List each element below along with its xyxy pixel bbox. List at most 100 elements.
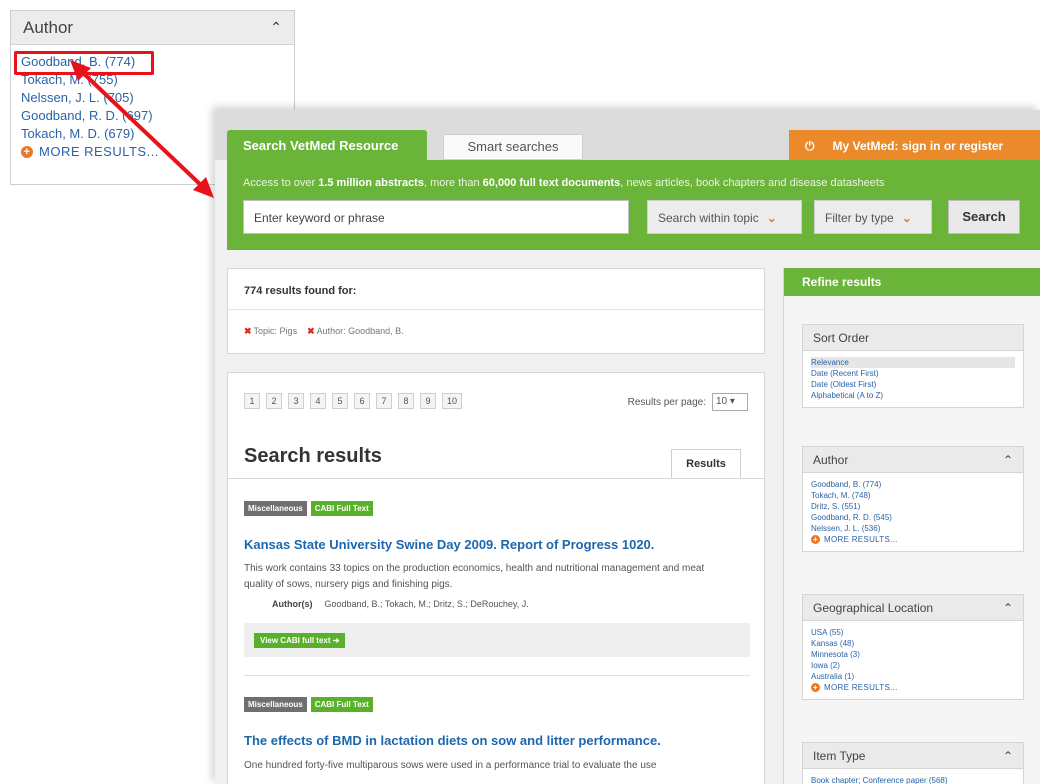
results-count: 774 results found for:: [244, 285, 357, 297]
type-filter-label: Filter by type: [825, 211, 894, 225]
item-type-box: Item Type ⌃ Book chapter; Conference pap…: [802, 742, 1024, 784]
collapse-caret-icon[interactable]: ⌃: [1003, 749, 1013, 763]
result-actions: View CABI full text ➔: [244, 623, 750, 657]
sort-option[interactable]: Relevance: [811, 357, 1015, 368]
page-link[interactable]: 2: [266, 393, 282, 409]
sort-order-title: Sort Order: [813, 330, 870, 345]
geo-location-box: Geographical Location ⌃ USA (55) Kansas …: [802, 594, 1024, 700]
tab-search-vetmed[interactable]: Search VetMed Resource: [227, 130, 427, 162]
result-description: This work contains 33 topics on the prod…: [244, 563, 705, 590]
plus-circle-icon: +: [21, 146, 33, 158]
author-link[interactable]: Goodband, R. D. (545): [811, 512, 1015, 523]
page-link[interactable]: 3: [288, 393, 304, 409]
results-per-page-select[interactable]: 10 ▾: [712, 393, 748, 411]
geo-location-header[interactable]: Geographical Location ⌃: [803, 595, 1023, 621]
results-panel: 1 2 3 4 5 6 7 8 9 10 Results per page: 1…: [227, 372, 765, 784]
highlight-box: [14, 51, 154, 75]
sort-order-header: Sort Order: [803, 325, 1023, 351]
type-filter-select[interactable]: Filter by type ⌄: [814, 200, 932, 234]
refine-results-header: Refine results: [784, 268, 1040, 296]
authors-value: Goodband, B.; Tokach, M.; Dritz, S.; DeR…: [324, 599, 529, 609]
more-results-label: MORE RESULTS...: [824, 535, 898, 544]
result-title-link[interactable]: The effects of BMD in lactation diets on…: [244, 733, 661, 748]
page-link[interactable]: 8: [398, 393, 414, 409]
chevron-down-icon: ⌄: [901, 211, 912, 225]
filter-topic[interactable]: ✖ Topic: Pigs: [244, 326, 297, 337]
location-link[interactable]: Iowa (2): [811, 660, 1015, 671]
page-link[interactable]: 5: [332, 393, 348, 409]
refine-sidebar: Refine results Sort Order Relevance Date…: [783, 268, 1040, 784]
collapse-caret-icon[interactable]: ⌃: [270, 19, 282, 36]
collapse-caret-icon[interactable]: ⌃: [1003, 601, 1013, 615]
active-filters: ✖ Topic: Pigs ✖ Author: Goodband, B.: [244, 326, 404, 337]
author-facet-box: Author ⌃ Goodband, B. (774) Tokach, M. (…: [802, 446, 1024, 552]
search-button[interactable]: Search: [948, 200, 1020, 234]
location-link[interactable]: USA (55): [811, 627, 1015, 638]
page-link[interactable]: 9: [420, 393, 436, 409]
geo-location-title: Geographical Location: [813, 600, 934, 615]
view-full-text-button[interactable]: View CABI full text ➔: [254, 633, 346, 648]
sort-option[interactable]: Date (Oldest First): [811, 379, 1015, 390]
author-facet-header[interactable]: Author ⌃: [803, 447, 1023, 473]
keyword-search-input[interactable]: Enter keyword or phrase: [243, 200, 629, 234]
author-facet-list: Goodband, B. (774) Tokach, M. (748) Drit…: [803, 473, 1023, 551]
author-link[interactable]: Nelssen, J. L. (536): [811, 523, 1015, 534]
filter-author[interactable]: ✖ Author: Goodband, B.: [307, 326, 404, 337]
page-link[interactable]: 6: [354, 393, 370, 409]
page-link[interactable]: 4: [310, 393, 326, 409]
result-description: One hundred forty-five multiparous sows …: [244, 760, 657, 771]
plus-circle-icon: +: [811, 535, 820, 544]
item-type-link[interactable]: Book chapter; Conference paper (568): [811, 775, 1015, 784]
tab-results[interactable]: Results: [671, 449, 741, 479]
item-type-title: Item Type: [813, 748, 866, 763]
location-link[interactable]: Australia (1): [811, 671, 1015, 682]
my-vetmed-signin-button[interactable]: ⏻ My VetMed: sign in or register: [789, 130, 1040, 164]
location-link[interactable]: Minnesota (3): [811, 649, 1015, 660]
divider: [244, 675, 750, 676]
result-authors: Author(s) Goodband, B.; Tokach, M.; Drit…: [272, 599, 529, 609]
badge-miscellaneous: Miscellaneous: [244, 697, 307, 712]
pagination: 1 2 3 4 5 6 7 8 9 10: [244, 393, 462, 409]
plus-circle-icon: +: [811, 683, 820, 692]
divider: [228, 309, 764, 310]
more-results-label: MORE RESULTS...: [39, 144, 159, 159]
result-title-link[interactable]: Kansas State University Swine Day 2009. …: [244, 537, 654, 552]
search-bar: Access to over 1.5 million abstracts, mo…: [227, 160, 1040, 250]
divider: [228, 478, 764, 479]
location-link[interactable]: Kansas (48): [811, 638, 1015, 649]
result-badges: Miscellaneous CABI Full Text: [244, 501, 373, 516]
author-link[interactable]: Dritz, S. (551): [811, 501, 1015, 512]
remove-filter-icon[interactable]: ✖: [244, 326, 252, 336]
more-results-link[interactable]: + MORE RESULTS...: [811, 534, 1015, 545]
author-facet-title: Author: [813, 452, 849, 467]
results-per-page-label: Results per page:: [627, 396, 706, 408]
author-link[interactable]: Goodband, B. (774): [811, 479, 1015, 490]
author-link[interactable]: Tokach, M. (748): [811, 490, 1015, 501]
item-type-header[interactable]: Item Type ⌃: [803, 743, 1023, 769]
author-link-nelssen[interactable]: Nelssen, J. L. (705): [21, 89, 294, 107]
geo-location-list: USA (55) Kansas (48) Minnesota (3) Iowa …: [803, 621, 1023, 699]
tab-smart-searches[interactable]: Smart searches: [443, 134, 583, 160]
tab-bar: Search VetMed Resource Smart searches ⏻ …: [215, 110, 1040, 164]
search-coverage-note: Access to over 1.5 million abstracts, mo…: [243, 177, 885, 189]
results-per-page: Results per page: 10 ▾: [628, 393, 748, 411]
badge-cabi-full-text: CABI Full Text: [310, 501, 373, 516]
page-link[interactable]: 10: [442, 393, 462, 409]
badge-miscellaneous: Miscellaneous: [244, 501, 307, 516]
results-found-box: 774 results found for: ✖ Topic: Pigs ✖ Aut…: [227, 268, 765, 354]
badge-cabi-full-text: CABI Full Text: [310, 697, 373, 712]
item-type-list: Book chapter; Conference paper (568): [803, 769, 1023, 784]
page-link[interactable]: 7: [376, 393, 392, 409]
topic-select[interactable]: Search within topic ⌄: [647, 200, 802, 234]
author-facet-header[interactable]: Author ⌃: [11, 11, 294, 45]
more-results-label: MORE RESULTS...: [824, 683, 898, 692]
sort-option[interactable]: Alphabetical (A to Z): [811, 390, 1015, 401]
sort-option[interactable]: Date (Recent First): [811, 368, 1015, 379]
chevron-down-icon: ⌄: [766, 211, 777, 225]
page-link[interactable]: 1: [244, 393, 260, 409]
more-results-link[interactable]: + MORE RESULTS...: [811, 682, 1015, 693]
author-facet-title: Author: [23, 17, 74, 37]
collapse-caret-icon[interactable]: ⌃: [1003, 453, 1013, 467]
remove-filter-icon[interactable]: ✖: [307, 326, 315, 336]
topic-select-label: Search within topic: [658, 211, 759, 225]
